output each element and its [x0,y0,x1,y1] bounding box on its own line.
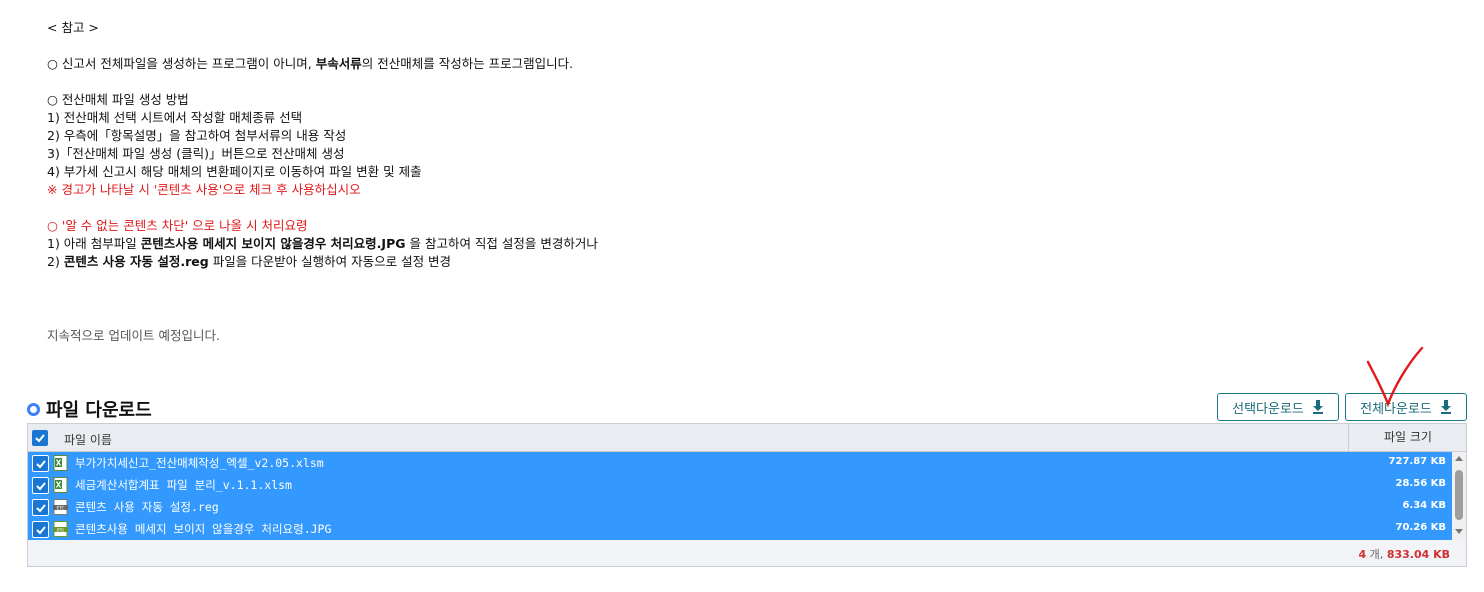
file-row[interactable]: JPG 콘텐츠사용 메세지 보이지 않을경우 처리요령.JPG 70.26 KB [28,518,1452,540]
warning-text: ※ 경고가 나타날 시 '콘텐츠 사용'으로 체크 후 사용하십시오 [47,182,361,197]
file-summary: 4 개, 833.04 KB [1358,548,1450,561]
select-all-checkbox[interactable] [32,430,48,446]
download-icon [1440,400,1451,414]
blocked-title: ○ '알 수 없는 콘텐츠 차단' 으로 나올 시 처리요령 [47,218,308,233]
method-step-2: 2) 우측에「항목설명」을 참고하여 첨부서류의 내용 작성 [47,128,347,143]
checkmark-annotation [1366,346,1424,408]
file-checkbox[interactable] [32,499,49,516]
method-step-4: 4) 부가세 신고시 해당 매체의 변환페이지로 이동하여 파일 변환 및 제출 [47,164,422,179]
file-checkbox[interactable] [32,521,49,538]
file-row[interactable]: ETC 콘텐츠 사용 자동 설정.reg 6.34 KB [28,496,1452,518]
file-list: 파일 이름 파일 크기 부가가치세신고_전산매체작성_엑셀_v2.05.xlsm… [27,423,1467,567]
notice-text: < 참고 > ○ 신고서 전체파일을 생성하는 프로그램이 아니며, 부속서류의… [47,19,598,271]
jpg-file-icon: JPG [53,521,68,537]
section-bullet-icon [27,402,40,416]
download-icon [1312,400,1323,414]
file-checkbox[interactable] [32,455,49,472]
file-checkbox[interactable] [32,477,49,494]
download-section-title: 파일 다운로드 [27,396,152,422]
fix-step-2: 2) 콘텐츠 사용 자동 설정.reg 파일을 다운받아 실행하여 자동으로 설… [47,254,452,269]
column-file-size: 파일 크기 [1348,424,1467,451]
scroll-down-icon[interactable] [1455,529,1463,534]
notice-para1: ○ 신고서 전체파일을 생성하는 프로그램이 아니며, 부속서류의 전산매체를 … [47,56,574,71]
file-list-header: 파일 이름 파일 크기 [28,424,1466,452]
svg-text:ETC: ETC [57,505,65,510]
excel-file-icon [53,477,68,493]
scroll-up-icon[interactable] [1455,456,1463,461]
update-notice: 지속적으로 업데이트 예정입니다. [47,328,220,343]
method-title: ○ 전산매체 파일 생성 방법 [47,92,189,107]
select-download-button[interactable]: 선택다운로드 [1217,393,1339,421]
file-rows: 부가가치세신고_전산매체작성_엑셀_v2.05.xlsm 727.87 KB 세… [28,452,1452,540]
etc-file-icon: ETC [53,499,68,515]
file-list-scrollbar[interactable] [1452,452,1466,540]
method-step-1: 1) 전산매체 선택 시트에서 작성할 매체종류 선택 [47,110,303,125]
file-row[interactable]: 세금계산서합계표 파일 분리_v.1.1.xlsm 28.56 KB [28,474,1452,496]
svg-text:JPG: JPG [56,527,64,532]
column-file-name: 파일 이름 [64,433,112,447]
fix-step-1: 1) 아래 첨부파일 콘텐츠사용 메세지 보이지 않을경우 처리요령.JPG 을… [47,236,598,251]
notice-heading: < 참고 > [47,20,99,35]
file-row[interactable]: 부가가치세신고_전산매체작성_엑셀_v2.05.xlsm 727.87 KB [28,452,1452,474]
excel-file-icon [53,455,68,471]
scroll-thumb[interactable] [1455,470,1463,520]
method-step-3: 3)「전산매체 파일 생성 (클릭)」버튼으로 전산매체 생성 [47,146,345,161]
